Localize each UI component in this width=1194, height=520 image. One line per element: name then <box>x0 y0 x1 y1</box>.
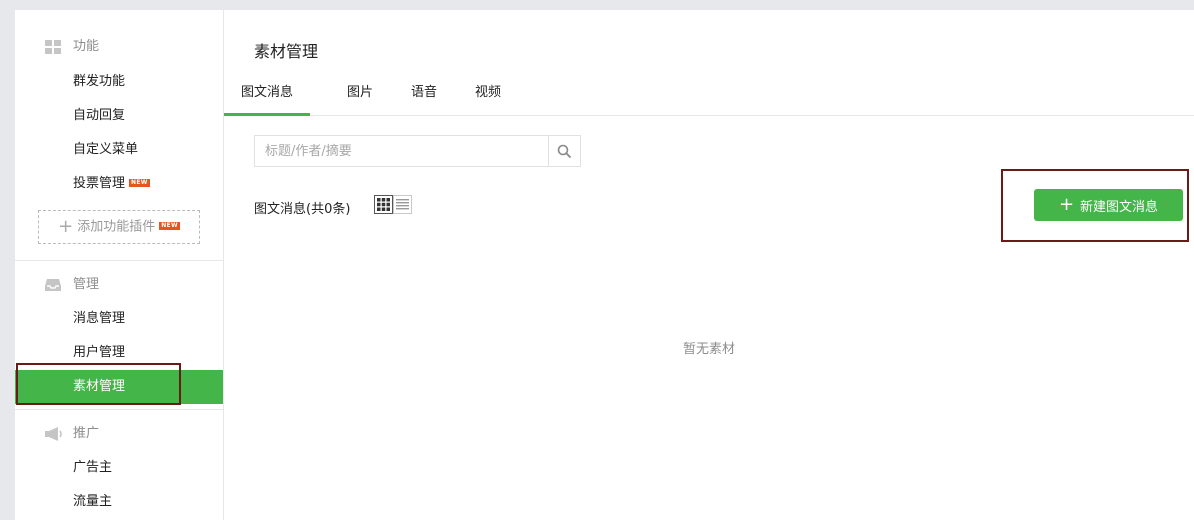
sidebar-item-auto-reply[interactable]: 自动回复 <box>15 99 223 133</box>
list-view-icon <box>396 199 409 210</box>
new-news-button[interactable]: + 新建图文消息 <box>1034 189 1183 221</box>
section-functions: 功能 <box>15 34 223 60</box>
sidebar-item-publisher[interactable]: 流量主 <box>15 485 223 519</box>
page-title: 素材管理 <box>254 42 319 61</box>
sidebar-item-custom-menu[interactable]: 自定义菜单 <box>15 133 223 167</box>
sidebar-item-advertiser[interactable]: 广告主 <box>15 451 223 485</box>
search-input[interactable] <box>255 136 548 166</box>
section-promotion: 推广 <box>15 421 223 447</box>
search-box <box>254 135 581 167</box>
grid-icon <box>44 39 64 55</box>
plus-icon: + <box>58 216 74 237</box>
tab-video[interactable]: 视频 <box>460 82 516 115</box>
section-title: 推广 <box>73 426 100 441</box>
search-icon <box>557 144 572 158</box>
section-title: 管理 <box>73 277 100 292</box>
tab-news[interactable]: 图文消息 <box>224 82 310 116</box>
sidebar-item-materials[interactable]: 素材管理 <box>15 370 223 404</box>
sidebar-item-users[interactable]: 用户管理 <box>15 336 223 370</box>
tab-images[interactable]: 图片 <box>332 82 388 115</box>
new-badge: NEW <box>129 178 150 187</box>
inbox-icon <box>44 277 64 293</box>
grid-view-icon <box>377 198 390 211</box>
tab-bar: 图文消息 图片 语音 视频 <box>224 82 1194 116</box>
section-manage: 管理 <box>15 272 223 298</box>
sidebar: 功能 群发功能 自动回复 自定义菜单 投票管理 NEW + 添加功能插件 NEW 管理… <box>15 10 224 520</box>
sidebar-item-mass-send[interactable]: 群发功能 <box>15 65 223 99</box>
grid-view-button[interactable] <box>374 195 393 214</box>
divider <box>15 409 223 410</box>
megaphone-icon <box>44 426 64 442</box>
list-view-button[interactable] <box>393 195 412 214</box>
search-button[interactable] <box>548 136 580 166</box>
plus-icon: + <box>1058 194 1075 215</box>
item-count: 图文消息(共0条) <box>254 202 351 217</box>
add-plugin-button[interactable]: + 添加功能插件 NEW <box>38 210 200 244</box>
new-badge: NEW <box>159 222 180 230</box>
sidebar-item-messages[interactable]: 消息管理 <box>15 302 223 336</box>
section-title: 功能 <box>73 39 100 54</box>
view-switcher <box>374 195 412 214</box>
empty-state-text: 暂无素材 <box>682 342 735 357</box>
app-frame: 功能 群发功能 自动回复 自定义菜单 投票管理 NEW + 添加功能插件 NEW 管理… <box>15 10 1194 520</box>
sidebar-item-vote[interactable]: 投票管理 NEW <box>15 167 223 201</box>
tab-voice[interactable]: 语音 <box>396 82 452 115</box>
main-content: 素材管理 图文消息 图片 语音 视频 图文消息(共0条) <box>224 10 1194 520</box>
divider <box>15 260 223 261</box>
